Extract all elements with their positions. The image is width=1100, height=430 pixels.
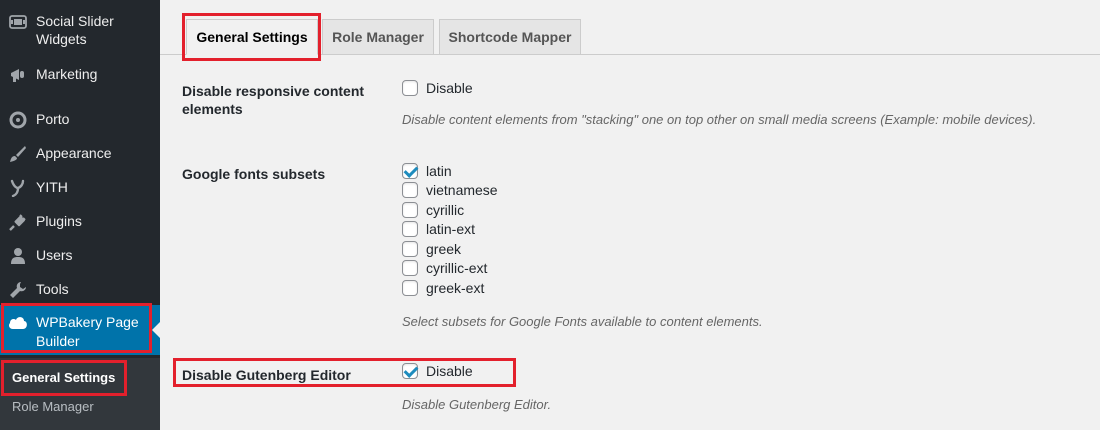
tab-role-manager[interactable]: Role Manager	[322, 19, 434, 55]
fonts-setting-label: Google fonts subsets	[182, 166, 326, 182]
responsive-disable-option[interactable]: Disable	[402, 79, 473, 97]
sidebar-item-label: Tools	[36, 281, 69, 297]
sidebar-item-label: Porto	[36, 111, 70, 127]
gutenberg-setting-label: Disable Gutenberg Editor	[182, 367, 351, 383]
sidebar-item-tools[interactable]: Tools	[0, 280, 160, 300]
font-option-greek-ext[interactable]: greek-ext	[402, 279, 484, 297]
megaphone-icon	[8, 65, 28, 85]
gutenberg-description: Disable Gutenberg Editor.	[402, 397, 552, 412]
sidebar-item-yith[interactable]: YITH	[0, 178, 160, 198]
responsive-description: Disable content elements from "stacking"…	[402, 112, 1037, 127]
font-option-vietnamese[interactable]: vietnamese	[402, 181, 498, 199]
font-vietnamese-checkbox[interactable]	[402, 182, 418, 198]
wpbakery-submenu: General Settings Role Manager	[0, 358, 160, 430]
font-cyrillic-ext-checkbox[interactable]	[402, 260, 418, 276]
font-option-cyrillic[interactable]: cyrillic	[402, 201, 464, 219]
sidebar-item-users[interactable]: Users	[0, 246, 160, 266]
checkbox-label: Disable	[426, 363, 473, 379]
sidebar-item-label: Plugins	[36, 213, 82, 229]
font-option-greek[interactable]: greek	[402, 240, 461, 258]
paintbrush-icon	[8, 144, 28, 164]
sidebar-item-appearance[interactable]: Appearance	[0, 144, 160, 164]
responsive-setting-label: Disable responsive content elements	[182, 83, 365, 117]
tab-general-settings[interactable]: General Settings	[186, 19, 318, 55]
cloud-icon	[8, 313, 28, 333]
sidebar-item-plugins[interactable]: Plugins	[0, 212, 160, 232]
font-cyrillic-checkbox[interactable]	[402, 202, 418, 218]
checkbox-label: cyrillic	[426, 202, 465, 218]
fonts-description: Select subsets for Google Fonts availabl…	[402, 314, 763, 329]
gutenberg-disable-option[interactable]: Disable	[402, 362, 473, 380]
font-option-latin-ext[interactable]: latin-ext	[402, 220, 475, 238]
sidebar-item-label: Users	[36, 247, 73, 263]
wrench-icon	[8, 280, 28, 300]
checkbox-label: latin-ext	[426, 221, 476, 237]
sidebar-item-label: Social Slider Widgets	[36, 13, 114, 47]
users-icon	[8, 246, 28, 266]
submenu-item-general-settings[interactable]: General Settings	[12, 370, 115, 385]
sidebar-item-label: WPBakery Page Builder	[36, 314, 139, 349]
admin-sidebar: Social Slider Widgets Marketing Porto Ap…	[0, 0, 160, 430]
checkbox-label: cyrillic-ext	[426, 260, 488, 276]
sidebar-item-marketing[interactable]: Marketing	[0, 65, 160, 85]
checkbox-label: greek-ext	[426, 280, 485, 296]
checkbox-label: vietnamese	[426, 182, 498, 198]
sidebar-item-label: YITH	[36, 179, 68, 195]
font-greek-checkbox[interactable]	[402, 241, 418, 257]
checkbox-label: latin	[426, 163, 452, 179]
checkbox-label: greek	[426, 241, 462, 257]
tab-shortcode-mapper[interactable]: Shortcode Mapper	[439, 19, 581, 55]
sidebar-item-label: Marketing	[36, 66, 98, 82]
font-latin-ext-checkbox[interactable]	[402, 221, 418, 237]
font-latin-checkbox[interactable]	[402, 163, 418, 179]
sidebar-item-social-slider-widgets[interactable]: Social Slider Widgets	[0, 12, 160, 48]
font-option-cyrillic-ext[interactable]: cyrillic-ext	[402, 259, 487, 277]
porto-icon	[8, 110, 28, 130]
checkbox-label: Disable	[426, 80, 473, 96]
responsive-disable-checkbox[interactable]	[402, 80, 418, 96]
yith-icon	[8, 178, 28, 198]
social-slider-icon	[8, 12, 28, 32]
font-greek-ext-checkbox[interactable]	[402, 280, 418, 296]
font-option-latin[interactable]: latin	[402, 162, 452, 180]
submenu-item-role-manager[interactable]: Role Manager	[12, 399, 94, 414]
sidebar-item-porto[interactable]: Porto	[0, 110, 160, 130]
sidebar-item-label: Appearance	[36, 145, 112, 161]
plug-icon	[8, 212, 28, 232]
gutenberg-disable-checkbox[interactable]	[402, 363, 418, 379]
sidebar-item-wpbakery[interactable]: WPBakery Page Builder	[0, 305, 160, 355]
